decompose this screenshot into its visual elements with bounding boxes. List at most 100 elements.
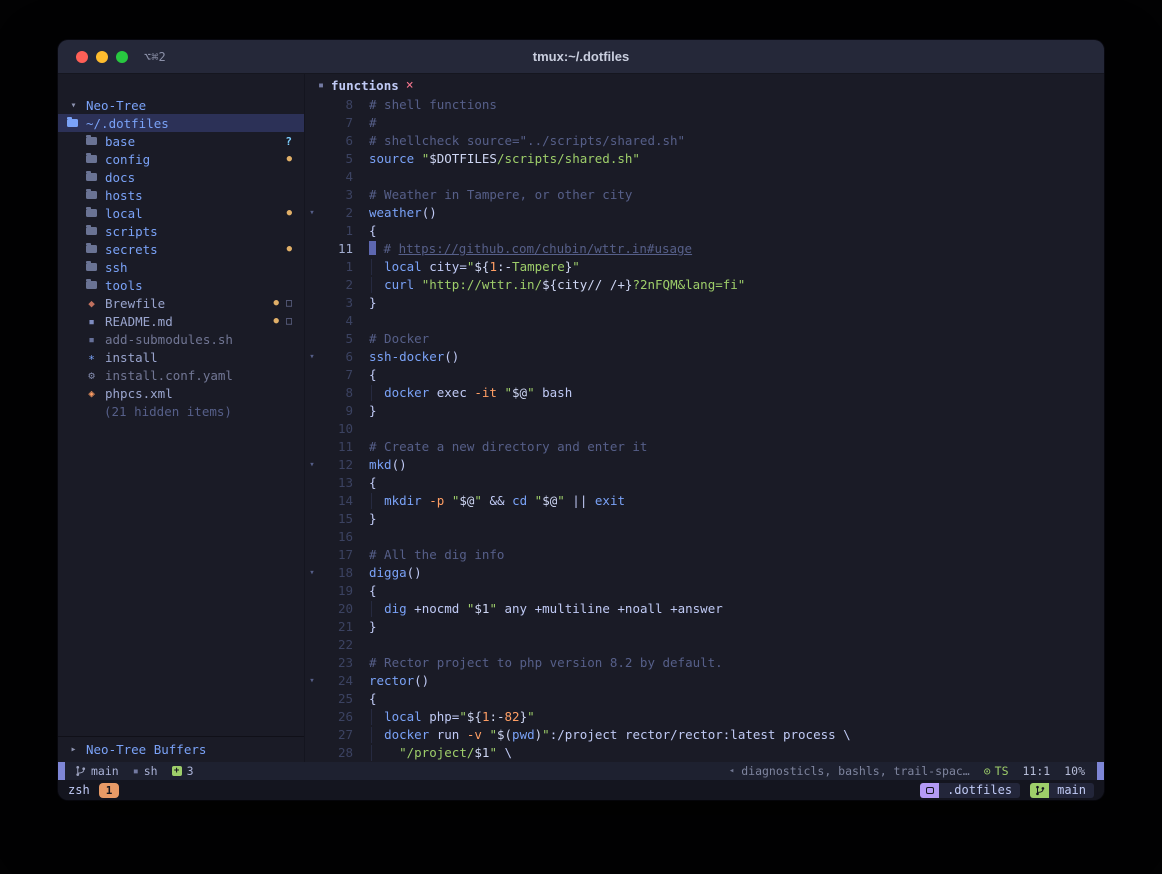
tree-item---.dotfiles[interactable]: ~/.dotfiles bbox=[58, 114, 304, 132]
tree-item-ssh[interactable]: ssh bbox=[58, 258, 304, 276]
code-line-36[interactable]: 27 docker run -v "$(pwd)":/project recto… bbox=[305, 726, 1104, 744]
close-tab-icon[interactable]: × bbox=[406, 78, 414, 93]
tree-item-secrets[interactable]: secrets● bbox=[58, 240, 304, 258]
tree-item-add-submodules.sh[interactable]: ▪add-submodules.sh bbox=[58, 330, 304, 348]
code-line-31[interactable]: 22 bbox=[305, 636, 1104, 654]
code-line-37[interactable]: 28 "/project/$1" \ bbox=[305, 744, 1104, 762]
neotree-header[interactable]: ▾Neo-Tree bbox=[58, 96, 304, 114]
tree-item-install.conf.yaml[interactable]: ⚙install.conf.yaml bbox=[58, 366, 304, 384]
neotree-buffers-header[interactable]: ▸ Neo-Tree Buffers bbox=[58, 736, 304, 762]
code-text: # shell functions bbox=[369, 96, 497, 114]
folder-icon bbox=[86, 263, 97, 271]
code-line-18[interactable]: 9} bbox=[305, 402, 1104, 420]
minimize-window-button[interactable] bbox=[96, 51, 108, 63]
fold-icon[interactable]: ▾ bbox=[305, 204, 319, 222]
tabline: ▪ functions × bbox=[305, 74, 1104, 96]
tree-item-scripts[interactable]: scripts bbox=[58, 222, 304, 240]
fold-icon[interactable]: ▾ bbox=[305, 456, 319, 474]
code-text: docker exec -it "$@" bash bbox=[369, 384, 572, 402]
fold-icon[interactable]: ▾ bbox=[305, 348, 319, 366]
tree-item-brewfile[interactable]: ◆Brewfile●□ bbox=[58, 294, 304, 312]
tree-item-docs[interactable]: docs bbox=[58, 168, 304, 186]
fold-column bbox=[305, 366, 319, 384]
tree-hidden-note: (21 hidden items) bbox=[58, 402, 304, 420]
tree-item-phpcs.xml[interactable]: ◈phpcs.xml bbox=[58, 384, 304, 402]
fold-icon[interactable]: ▾ bbox=[305, 564, 319, 582]
code-line-15[interactable]: ▾6ssh-docker() bbox=[305, 348, 1104, 366]
code-line-3[interactable]: 6# shellcheck source="../scripts/shared.… bbox=[305, 132, 1104, 150]
code-line-2[interactable]: 7# bbox=[305, 114, 1104, 132]
code-line-17[interactable]: 8 docker exec -it "$@" bash bbox=[305, 384, 1104, 402]
code-token: Tampere bbox=[512, 259, 565, 274]
code-line-9[interactable]: 11 # https://github.com/chubin/wttr.in#u… bbox=[305, 240, 1104, 258]
tab-functions[interactable]: functions bbox=[331, 78, 399, 93]
code-line-10[interactable]: 1 local city="${1:-Tampere}" bbox=[305, 258, 1104, 276]
code-line-25[interactable]: 16 bbox=[305, 528, 1104, 546]
code-line-19[interactable]: 10 bbox=[305, 420, 1104, 438]
code-line-24[interactable]: 15} bbox=[305, 510, 1104, 528]
tree-item-readme.md[interactable]: ▪README.md●□ bbox=[58, 312, 304, 330]
code-line-5[interactable]: 4 bbox=[305, 168, 1104, 186]
code-line-14[interactable]: 5# Docker bbox=[305, 330, 1104, 348]
zoom-window-button[interactable] bbox=[116, 51, 128, 63]
code-line-29[interactable]: 20 dig +nocmd "$1" any +multiline +noall… bbox=[305, 600, 1104, 618]
code-line-30[interactable]: 21} bbox=[305, 618, 1104, 636]
fold-icon[interactable]: ▾ bbox=[305, 672, 319, 690]
session-icon bbox=[920, 783, 939, 798]
tree-item-install[interactable]: ∗install bbox=[58, 348, 304, 366]
tmux-window-index[interactable]: 1 bbox=[99, 783, 120, 798]
code-token: :- bbox=[489, 709, 504, 724]
code-line-4[interactable]: 5source "$DOTFILES/scripts/shared.sh" bbox=[305, 150, 1104, 168]
line-number: 19 bbox=[319, 582, 353, 600]
close-window-button[interactable] bbox=[76, 51, 88, 63]
code-line-21[interactable]: ▾12mkd() bbox=[305, 456, 1104, 474]
tree-item-label: README.md bbox=[105, 314, 173, 329]
treesitter-status: ⊙ TS bbox=[984, 764, 1009, 778]
code-line-28[interactable]: 19{ bbox=[305, 582, 1104, 600]
terminal-window: ⌥⌘2 tmux:~/.dotfiles ▾Neo-Tree~/.dotfile… bbox=[58, 40, 1104, 800]
fold-column bbox=[305, 636, 319, 654]
code-line-13[interactable]: 4 bbox=[305, 312, 1104, 330]
fold-column bbox=[305, 690, 319, 708]
code-line-16[interactable]: 7{ bbox=[305, 366, 1104, 384]
line-number: 7 bbox=[319, 114, 353, 132]
tree-item-tools[interactable]: tools bbox=[58, 276, 304, 294]
git-status-badges: ● bbox=[287, 240, 292, 258]
code-token: # shell functions bbox=[369, 97, 497, 112]
code-line-20[interactable]: 11# Create a new directory and enter it bbox=[305, 438, 1104, 456]
code-text: { bbox=[369, 222, 377, 240]
code-line-6[interactable]: 3# Weather in Tampere, or other city bbox=[305, 186, 1104, 204]
line-number: 12 bbox=[319, 456, 353, 474]
code-line-7[interactable]: ▾2weather() bbox=[305, 204, 1104, 222]
code-token: # Create a new directory and enter it bbox=[369, 439, 647, 454]
buffer-icon: ▪ bbox=[318, 80, 324, 91]
code-line-23[interactable]: 14 mkdir -p "$@" && cd "$@" || exit bbox=[305, 492, 1104, 510]
code-line-1[interactable]: 8# shell functions bbox=[305, 96, 1104, 114]
line-number: 27 bbox=[319, 726, 353, 744]
code-line-34[interactable]: 25{ bbox=[305, 690, 1104, 708]
folder-icon bbox=[86, 191, 97, 199]
code-line-12[interactable]: 3} bbox=[305, 294, 1104, 312]
code-line-26[interactable]: 17# All the dig info bbox=[305, 546, 1104, 564]
code-line-22[interactable]: 13{ bbox=[305, 474, 1104, 492]
fold-column bbox=[305, 654, 319, 672]
tmux-window-name[interactable]: zsh bbox=[68, 783, 90, 797]
line-number: 21 bbox=[319, 618, 353, 636]
file-icon-md: ▪ bbox=[86, 316, 97, 327]
code-line-11[interactable]: 2 curl "http://wttr.in/${city// /+}?2nFQ… bbox=[305, 276, 1104, 294]
tree-item-base[interactable]: base? bbox=[58, 132, 304, 150]
fold-column bbox=[305, 150, 319, 168]
code-line-33[interactable]: ▾24rector() bbox=[305, 672, 1104, 690]
code-line-8[interactable]: 1{ bbox=[305, 222, 1104, 240]
tree-item-local[interactable]: local● bbox=[58, 204, 304, 222]
code-token: " bbox=[542, 727, 550, 742]
tree-item-config[interactable]: config● bbox=[58, 150, 304, 168]
tree-item-hosts[interactable]: hosts bbox=[58, 186, 304, 204]
code-line-32[interactable]: 23# Rector project to php version 8.2 by… bbox=[305, 654, 1104, 672]
line-number: 1 bbox=[319, 258, 353, 276]
code-line-35[interactable]: 26 local php="${1:-82}" bbox=[305, 708, 1104, 726]
code-token: bash bbox=[535, 385, 573, 400]
code-token: } bbox=[520, 709, 528, 724]
git-status-modified: ● bbox=[287, 154, 292, 164]
code-line-27[interactable]: ▾18digga() bbox=[305, 564, 1104, 582]
